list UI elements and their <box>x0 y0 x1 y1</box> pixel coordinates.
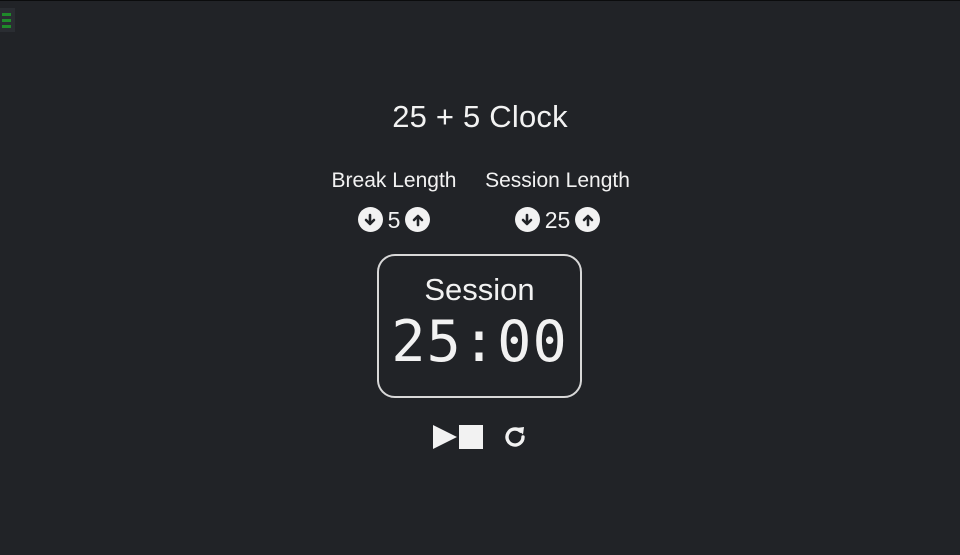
session-increment-button[interactable] <box>575 207 601 232</box>
refresh-icon <box>505 427 525 447</box>
session-length-panel: Session Length 25 <box>480 169 635 232</box>
time-left: 25:00 <box>391 309 568 375</box>
session-length-value: 25 <box>544 206 571 233</box>
arrow-circle-down-icon <box>521 213 533 225</box>
reset-button[interactable] <box>500 422 530 452</box>
break-length-panel: Break Length 5 <box>326 169 462 232</box>
timer-display: Session 25:00 <box>377 254 582 398</box>
arrow-circle-up-icon <box>582 214 594 226</box>
stop-icon <box>459 425 483 449</box>
play-icon <box>433 425 457 449</box>
arrow-circle-down-icon <box>364 213 376 225</box>
break-label: Break Length <box>331 169 457 192</box>
session-decrement-button[interactable] <box>514 207 540 232</box>
break-increment-button[interactable] <box>405 207 431 232</box>
session-controls: 25 <box>480 207 635 232</box>
menu-bar <box>2 18 11 22</box>
break-decrement-button[interactable] <box>357 207 383 232</box>
session-label: Session Length <box>485 169 630 192</box>
page-title: 25 + 5 Clock <box>392 99 568 134</box>
menu-bar <box>2 12 11 16</box>
menu-toggle-button[interactable] <box>0 8 15 32</box>
timer-label: Session <box>424 272 535 307</box>
start-stop-button[interactable] <box>432 424 484 450</box>
break-length-value: 5 <box>387 206 401 233</box>
timer-controls <box>432 422 530 452</box>
break-controls: 5 <box>326 207 462 232</box>
arrow-circle-up-icon <box>412 214 424 226</box>
menu-bar <box>2 24 11 28</box>
